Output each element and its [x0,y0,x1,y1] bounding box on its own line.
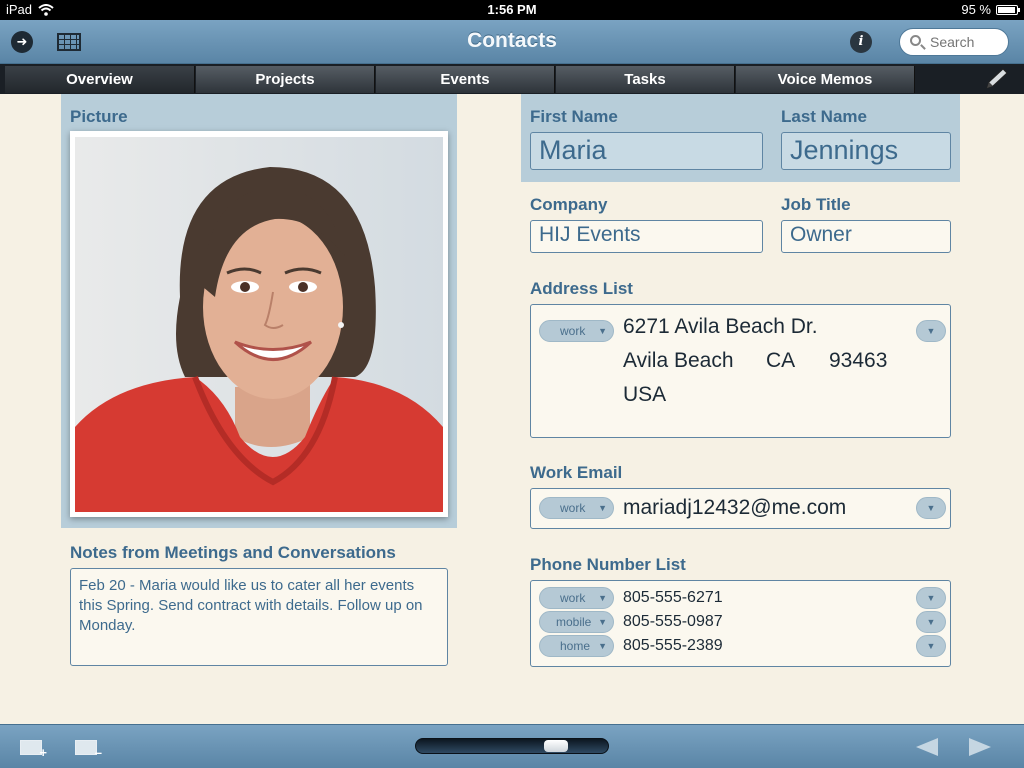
contact-photo-frame[interactable] [70,131,448,517]
phone-number[interactable]: 805-555-0987 [623,613,723,631]
phone-dropdown-icon[interactable]: ▼ [916,611,946,633]
search-icon [910,35,921,46]
search-box[interactable] [899,28,1009,56]
email-dropdown-icon[interactable]: ▼ [916,497,946,519]
tab-events[interactable]: Events [376,66,555,93]
notes-label: Notes from Meetings and Conversations [70,543,396,562]
phone-type-select[interactable]: mobile ▼ [539,611,614,633]
tab-voice-memos[interactable]: Voice Memos [736,66,915,93]
chevron-down-icon: ▼ [598,503,607,513]
company-label: Company [530,195,608,214]
tab-bar: Overview Projects Events Tasks Voice Mem… [0,64,1024,94]
address-state[interactable]: CA [766,349,795,373]
email-type-select[interactable]: work ▼ [539,497,614,519]
phone-type-label: work [560,591,586,605]
phone-type-select[interactable]: work ▼ [539,587,614,609]
email-value[interactable]: mariadj12432@me.com [623,496,846,520]
address-type-label: work [560,324,586,338]
job-title-field[interactable]: Owner [781,220,951,253]
phone-dropdown-icon[interactable]: ▼ [916,587,946,609]
chevron-down-icon: ▼ [598,593,607,603]
email-type-label: work [560,501,586,515]
status-right: 95 % [961,2,1020,17]
work-email-label: Work Email [530,463,623,482]
phone-number[interactable]: 805-555-2389 [623,637,723,655]
bottom-toolbar: + – [0,724,1024,768]
battery-percent: 95 % [961,2,991,17]
record-slider[interactable] [415,738,609,754]
next-arrow-icon[interactable] [969,738,991,756]
notes-textarea[interactable]: Feb 20 - Maria would like us to cater al… [70,568,448,666]
tab-tasks[interactable]: Tasks [556,66,735,93]
picture-label: Picture [70,107,128,126]
status-bar: iPad 1:56 PM 95 % [0,0,1024,20]
address-type-select[interactable]: work ▼ [539,320,614,342]
address-list-label: Address List [530,279,633,298]
phone-type-select[interactable]: home ▼ [539,635,614,657]
tab-overview[interactable]: Overview [5,66,195,93]
address-zip[interactable]: 93463 [829,349,887,373]
company-field[interactable]: HIJ Events [530,220,763,253]
chevron-down-icon: ▼ [598,617,607,627]
chevron-down-icon: ▼ [598,641,607,651]
first-name-field[interactable]: Maria [530,132,763,170]
address-dropdown-icon[interactable]: ▼ [916,320,946,342]
search-input[interactable] [930,34,1004,50]
tab-projects[interactable]: Projects [196,66,375,93]
previous-arrow-icon[interactable] [916,738,938,756]
contact-photo [75,137,443,512]
address-city[interactable]: Avila Beach [623,349,734,373]
clock: 1:56 PM [487,2,537,17]
battery-fill [998,6,1015,13]
phone-list-label: Phone Number List [530,555,686,574]
phone-dropdown-icon[interactable]: ▼ [916,635,946,657]
first-name-label: First Name [530,107,618,126]
address-street[interactable]: 6271 Avila Beach Dr. [623,315,818,339]
add-record-icon[interactable]: + [20,740,47,760]
phone-type-label: home [560,639,591,653]
battery-icon [996,4,1020,15]
info-icon[interactable]: i [850,31,872,53]
phone-number[interactable]: 805-555-6271 [623,589,723,607]
address-country[interactable]: USA [623,383,666,407]
remove-record-icon[interactable]: – [75,740,102,760]
phone-type-label: mobile [556,615,592,629]
job-title-label: Job Title [781,195,851,214]
chevron-down-icon: ▼ [598,326,607,336]
portrait-illustration [75,137,443,512]
title-bar: ➜ Contacts i [0,20,1024,64]
slider-thumb[interactable] [544,740,568,752]
pencil-icon[interactable] [983,68,1009,90]
last-name-field[interactable]: Jennings [781,132,951,170]
last-name-label: Last Name [781,107,867,126]
